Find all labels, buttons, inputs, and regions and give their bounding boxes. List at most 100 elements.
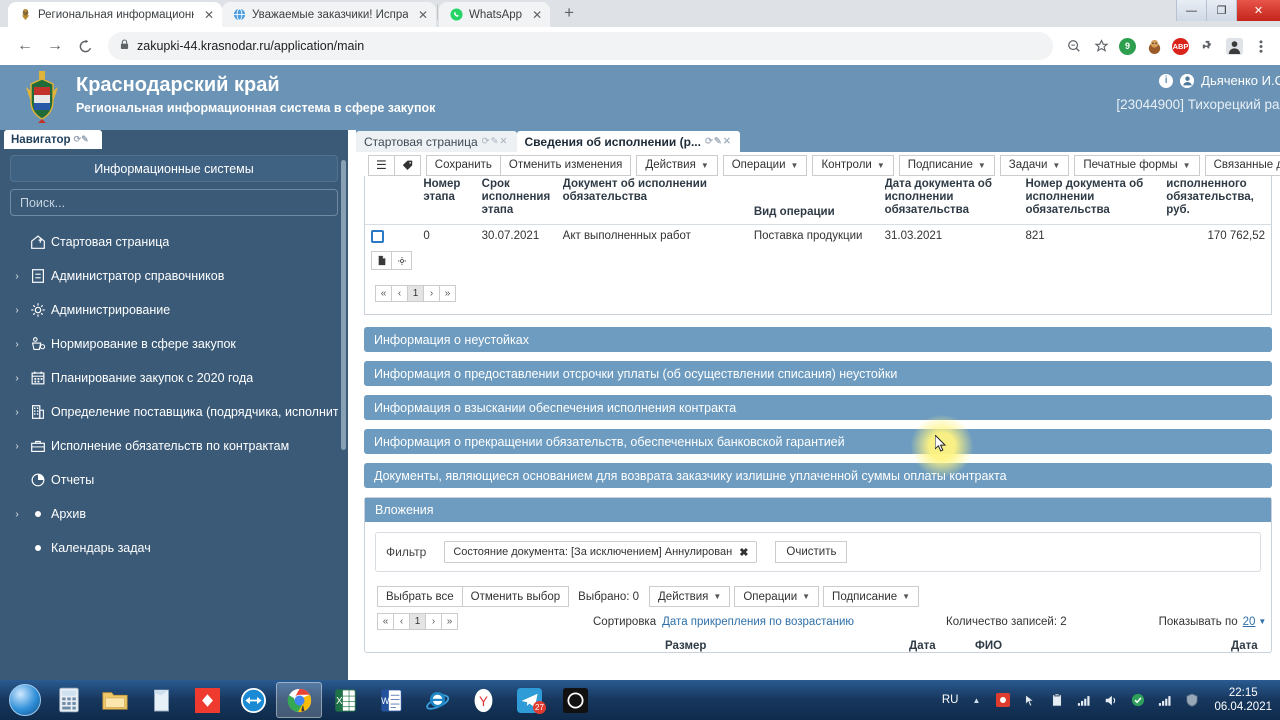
chevron-down-icon[interactable]: ▼: [1258, 617, 1266, 626]
signing-dropdown[interactable]: Подписание ▼: [898, 154, 995, 176]
clipboard-icon[interactable]: [1048, 691, 1066, 709]
att-pager-last[interactable]: »: [441, 613, 458, 630]
pager-prev[interactable]: ‹: [391, 285, 408, 302]
browser-tab-0[interactable]: Региональная информационна ✕: [8, 2, 222, 27]
adblock-icon[interactable]: ABP: [1172, 37, 1189, 55]
navigator-tab[interactable]: Навигатор ⟳✎: [4, 130, 102, 149]
minimize-button[interactable]: —: [1176, 0, 1206, 21]
taskbar-red-diamond-app[interactable]: [184, 682, 230, 718]
signal-icon[interactable]: [1075, 691, 1093, 709]
tag-icon[interactable]: [393, 154, 421, 176]
attachments-operations-dropdown[interactable]: Операции ▼: [734, 586, 820, 607]
sort-value-link[interactable]: Дата прикрепления по возрастанию: [662, 616, 854, 628]
close-icon[interactable]: ✕: [528, 8, 542, 22]
operations-dropdown[interactable]: Операции ▼: [722, 154, 808, 176]
taskbar-calculator[interactable]: [46, 682, 92, 718]
close-window-button[interactable]: ✕: [1236, 0, 1280, 21]
pager-next[interactable]: ›: [423, 285, 440, 302]
information-systems-button[interactable]: Информационные системы: [10, 155, 338, 182]
row-select-cell[interactable]: [365, 225, 417, 276]
clear-filter-button[interactable]: Очистить: [775, 541, 848, 563]
taskbar-clock[interactable]: 22:15 06.04.2021: [1210, 686, 1272, 714]
pager-last[interactable]: »: [439, 285, 456, 302]
document-icon[interactable]: [371, 251, 392, 270]
chevron-right-icon[interactable]: ›: [10, 305, 24, 316]
taskbar-yandex[interactable]: Y: [460, 682, 506, 718]
reload-icon[interactable]: [70, 31, 100, 61]
cancel-changes-button[interactable]: Отменить изменения: [499, 154, 632, 176]
taskbar-word[interactable]: W: [368, 682, 414, 718]
sidebar-item-task-calendar[interactable]: Календарь задач: [10, 531, 338, 565]
sidebar-item-planning[interactable]: › Планирование закупок с 2020 года: [10, 361, 338, 395]
attachments-signing-dropdown[interactable]: Подписание ▼: [823, 586, 920, 607]
filter-chip[interactable]: Состояние документа: [За исключением] Ан…: [444, 541, 758, 563]
address-bar[interactable]: zakupki-44.krasnodar.ru/application/main: [108, 32, 1053, 60]
recording-icon[interactable]: [994, 691, 1012, 709]
sidebar-item-reference-admin[interactable]: › Администратор справочников: [10, 259, 338, 293]
sidebar-item-contract-execution[interactable]: › Исполнение обязательств по контрактам: [10, 429, 338, 463]
menu-icon[interactable]: ☰: [368, 154, 395, 176]
sidebar-item-archive[interactable]: › Архив: [10, 497, 338, 531]
section-refund-documents[interactable]: Документы, являющиеся основанием для воз…: [364, 463, 1272, 488]
taskbar-internet-explorer[interactable]: [414, 682, 460, 718]
zoom-icon[interactable]: [1065, 37, 1083, 55]
sidebar-item-reports[interactable]: Отчеты: [10, 463, 338, 497]
chevron-right-icon[interactable]: ›: [10, 373, 24, 384]
sidebar-item-normirovanie[interactable]: › Нормирование в сфере закупок: [10, 327, 338, 361]
network-icon[interactable]: [1156, 691, 1174, 709]
chevron-right-icon[interactable]: ›: [10, 407, 24, 418]
mouse-icon[interactable]: [1021, 691, 1039, 709]
extension-brown-icon[interactable]: [1145, 37, 1163, 55]
content-tab-icons[interactable]: ⟳✎✕: [482, 136, 509, 147]
att-pager-prev[interactable]: ‹: [393, 613, 410, 630]
sidebar-scrollbar[interactable]: [341, 160, 346, 450]
chevron-right-icon[interactable]: ›: [10, 509, 24, 520]
taskbar-excel[interactable]: X: [322, 682, 368, 718]
chevron-right-icon[interactable]: ›: [10, 441, 24, 452]
navigator-tab-icons[interactable]: ⟳✎: [74, 134, 89, 145]
taskbar-chrome[interactable]: [276, 682, 322, 718]
extension-avatar-icon[interactable]: [1225, 37, 1243, 55]
info-icon[interactable]: i: [1159, 73, 1174, 88]
actions-dropdown[interactable]: Действия ▼: [636, 154, 718, 176]
taskbar-telegram[interactable]: 27: [506, 682, 552, 718]
maximize-button[interactable]: ❐: [1206, 0, 1236, 21]
start-button[interactable]: [4, 682, 46, 718]
taskbar-recorder[interactable]: [552, 682, 598, 718]
puzzle-icon[interactable]: [1198, 37, 1216, 55]
gear-icon[interactable]: [391, 251, 412, 270]
chrome-menu-icon[interactable]: [1252, 37, 1270, 55]
extension-green-icon[interactable]: 9: [1119, 37, 1136, 55]
attachments-actions-dropdown[interactable]: Действия ▼: [649, 586, 731, 607]
show-by-value[interactable]: 20: [1243, 616, 1256, 628]
deselect-button[interactable]: Отменить выбор: [461, 586, 570, 607]
user-avatar-icon[interactable]: [1180, 73, 1195, 88]
section-bank-guarantee-termination[interactable]: Информация о прекращении обязательств, о…: [364, 429, 1272, 454]
close-icon[interactable]: ✕: [200, 8, 214, 22]
section-penalties[interactable]: Информация о неустойках: [364, 327, 1272, 352]
content-scroll-area[interactable]: Номер этапа Срок исполнения этапа Докуме…: [356, 176, 1280, 680]
att-pager-first[interactable]: «: [377, 613, 394, 630]
related-documents-dropdown[interactable]: Связанные документы▼: [1204, 154, 1280, 176]
browser-tab-1[interactable]: Уважаемые заказчики! Исправ ✕: [222, 2, 436, 27]
taskbar-notepad[interactable]: [138, 682, 184, 718]
shield-ok-icon[interactable]: [1129, 691, 1147, 709]
chevron-right-icon[interactable]: ›: [10, 271, 24, 282]
content-tab-start-page[interactable]: Стартовая страница ⟳✎✕: [356, 131, 517, 152]
search-input[interactable]: Поиск...: [10, 189, 338, 216]
pager-page-1[interactable]: 1: [407, 285, 424, 302]
show-hidden-icon[interactable]: ▲: [967, 691, 985, 709]
section-security-recovery[interactable]: Информация о взыскании обеспечения испол…: [364, 395, 1272, 420]
content-tab-icons[interactable]: ⟳✎✕: [705, 136, 732, 147]
row-checkbox[interactable]: [371, 230, 384, 243]
pager-first[interactable]: «: [375, 285, 392, 302]
antivirus-icon[interactable]: [1183, 691, 1201, 709]
close-icon[interactable]: ✖: [739, 546, 748, 559]
back-icon[interactable]: ←: [10, 31, 40, 61]
taskbar-folder[interactable]: [92, 682, 138, 718]
forward-icon[interactable]: →: [40, 31, 70, 61]
content-tab-execution-details[interactable]: Сведения об исполнении (р... ⟳✎✕: [516, 131, 740, 152]
section-deferral[interactable]: Информация о предоставлении отсрочки упл…: [364, 361, 1272, 386]
print-forms-dropdown[interactable]: Печатные формы ▼: [1074, 154, 1200, 176]
attachments-title[interactable]: Вложения: [365, 498, 1271, 522]
